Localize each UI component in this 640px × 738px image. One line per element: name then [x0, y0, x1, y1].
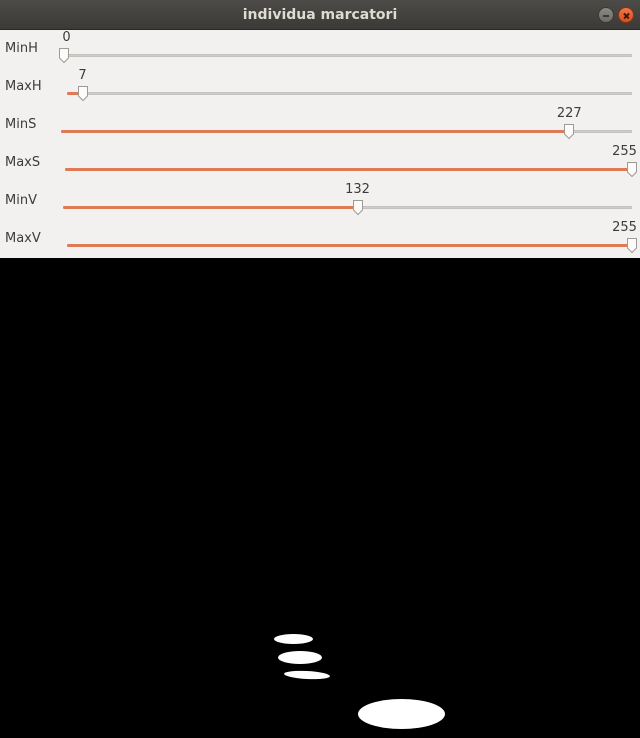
trackbar-handle[interactable] — [626, 161, 638, 178]
trackbar-value: 255 — [612, 220, 637, 235]
trackbar-trough[interactable] — [67, 92, 632, 95]
trackbar-handle[interactable] — [626, 237, 638, 254]
trackbar-fill — [67, 244, 632, 247]
mask-image-view — [0, 258, 640, 738]
mask-blob — [274, 634, 313, 644]
trackbar-label-maxv: MaxV — [5, 231, 41, 246]
trackbar-panel: MinH 0 MaxH 7 MinS 227 MaxS 255 MinV 132… — [0, 30, 640, 258]
trackbar-handle[interactable] — [352, 199, 364, 216]
trackbar-row-maxv: MaxV 255 — [0, 220, 640, 258]
trackbar-slider-mins[interactable]: 227 — [61, 106, 632, 143]
trackbar-value: 255 — [612, 144, 637, 159]
trackbar-fill — [63, 206, 358, 209]
trackbar-slider-maxv[interactable]: 255 — [67, 220, 637, 257]
opencv-window: individua marcatori MinH 0 MaxH 7 MinS 2… — [0, 0, 640, 738]
window-title: individua marcatori — [242, 7, 398, 23]
close-icon[interactable] — [618, 7, 634, 23]
mask-blob — [358, 699, 445, 729]
title-bar[interactable]: individua marcatori — [0, 0, 640, 30]
trackbar-handle[interactable] — [58, 47, 70, 64]
trackbar-slider-minh[interactable]: 0 — [59, 30, 632, 67]
minimize-icon[interactable] — [598, 7, 614, 23]
trackbar-label-minh: MinH — [5, 41, 38, 56]
trackbar-trough[interactable] — [64, 54, 632, 57]
trackbar-label-mins: MinS — [5, 117, 37, 132]
trackbar-row-mins: MinS 227 — [0, 106, 640, 144]
trackbar-label-maxs: MaxS — [5, 155, 41, 170]
trackbar-slider-maxh[interactable]: 7 — [67, 68, 632, 105]
trackbar-value: 227 — [556, 106, 582, 121]
mask-blob — [283, 669, 331, 681]
trackbar-value: 0 — [62, 30, 71, 45]
trackbar-label-maxh: MaxH — [5, 79, 42, 94]
trackbar-row-maxh: MaxH 7 — [0, 68, 640, 106]
trackbar-slider-minv[interactable]: 132 — [63, 182, 632, 219]
trackbar-row-minv: MinV 132 — [0, 182, 640, 220]
trackbar-handle[interactable] — [77, 85, 89, 102]
trackbar-value: 132 — [345, 182, 370, 197]
mask-blob — [278, 651, 322, 664]
trackbar-value: 7 — [78, 68, 87, 83]
trackbar-row-minh: MinH 0 — [0, 30, 640, 68]
trackbar-handle[interactable] — [563, 123, 575, 140]
trackbar-label-minv: MinV — [5, 193, 37, 208]
trackbar-row-maxs: MaxS 255 — [0, 144, 640, 182]
trackbar-fill — [65, 168, 632, 171]
trackbar-slider-maxs[interactable]: 255 — [65, 144, 637, 181]
trackbar-fill — [61, 130, 570, 133]
